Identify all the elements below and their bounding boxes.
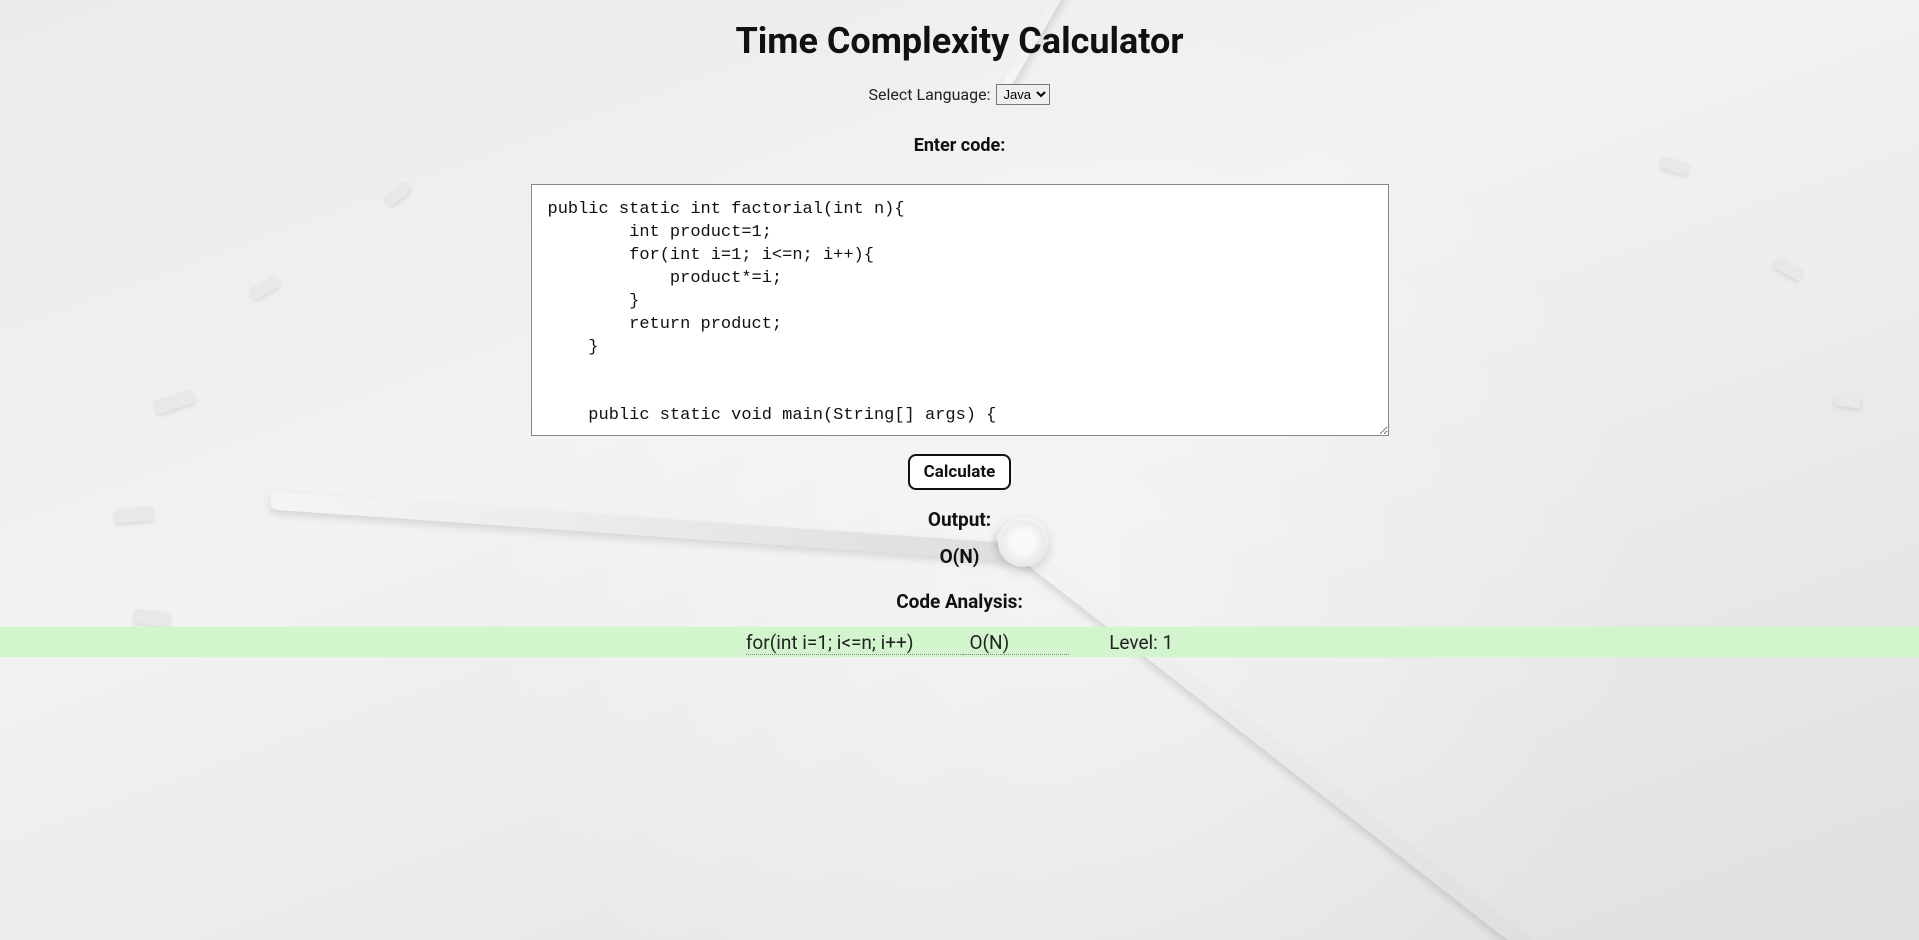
analysis-code-snippet: for(int i=1; i<=n; i++) [746, 631, 964, 655]
code-input[interactable] [531, 184, 1389, 436]
analysis-complexity: O(N) [963, 631, 1069, 655]
code-input-label: Enter code: [914, 135, 1006, 156]
language-label: Select Language: [869, 85, 991, 104]
language-row: Select Language: Java [869, 84, 1051, 105]
language-select[interactable]: Java [996, 84, 1050, 105]
page-title: Time Complexity Calculator [735, 20, 1183, 62]
analysis-label: Code Analysis: [896, 590, 1023, 613]
output-value: O(N) [940, 545, 980, 568]
calculate-button[interactable]: Calculate [908, 454, 1012, 490]
analysis-level: Level: 1 [1069, 631, 1173, 654]
output-label: Output: [928, 508, 991, 531]
analysis-row: for(int i=1; i<=n; i++) O(N) Level: 1 [0, 627, 1919, 657]
main-container: Time Complexity Calculator Select Langua… [0, 0, 1919, 657]
